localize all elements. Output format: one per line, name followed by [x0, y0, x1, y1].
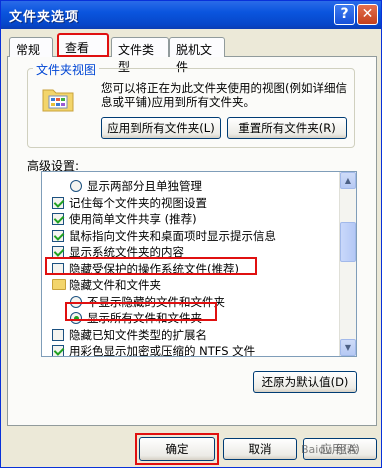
setting-label: 显示两部分且单独管理 — [87, 179, 202, 193]
cancel-button[interactable]: 取消 — [223, 438, 297, 460]
tab-file-types[interactable]: 文件类型 — [111, 37, 169, 74]
scroll-down-icon[interactable]: ▼ — [340, 339, 356, 356]
setting-label: 隐藏已知文件类型的扩展名 — [69, 327, 207, 342]
help-button[interactable]: ? — [334, 4, 355, 25]
setting-label: 鼠标指向文件夹和桌面项时显示提示信息 — [69, 228, 276, 243]
highlight-show-all — [65, 302, 217, 321]
setting-label: 隐藏文件和文件夹 — [69, 278, 161, 292]
settings-scrollbar[interactable]: ▲ ▼ — [339, 172, 356, 356]
scroll-thumb[interactable] — [340, 222, 356, 262]
folder-views-description: 您可以将正在为此文件夹使用的视图(例如详细信息或平铺)应用到所有文件夹。 — [101, 81, 347, 109]
scroll-up-icon[interactable]: ▲ — [340, 172, 356, 189]
setting-radio[interactable] — [70, 180, 82, 192]
setting-checkbox[interactable] — [52, 213, 64, 225]
watermark: Baidu 经验 — [301, 443, 358, 456]
reset-all-folders-button[interactable]: 重置所有文件夹(R) — [227, 117, 347, 139]
tab-general[interactable]: 常规 — [9, 37, 53, 57]
close-button[interactable]: ✕ — [357, 4, 378, 25]
folder-view-icon — [42, 89, 74, 112]
setting-label: 使用简单文件共享 (推荐) — [69, 212, 197, 226]
setting-checkbox[interactable] — [52, 328, 64, 341]
folder-icon — [52, 279, 66, 290]
tab-offline-files[interactable]: 脱机文件 — [169, 37, 225, 74]
restore-defaults-button[interactable]: 还原为默认值(D) — [253, 371, 357, 393]
window-title: 文件夹选项 — [9, 10, 80, 25]
title-bar[interactable]: 文件夹选项 ? ✕ — [1, 1, 381, 29]
folder-views-label: 文件夹视图 — [33, 61, 100, 78]
apply-to-all-folders-button[interactable]: 应用到所有文件夹(L) — [101, 117, 221, 139]
setting-checkbox[interactable] — [52, 229, 64, 242]
setting-checkbox[interactable] — [52, 345, 64, 356]
highlight-hide-protected — [45, 257, 257, 275]
folder-options-dialog: 文件夹选项 ? ✕ 常规 文件类型 脱机文件 查看 文件夹视图 您可以将正在为此… — [0, 0, 382, 468]
setting-label: 用彩色显示加密或压缩的 NTFS 文件 — [69, 344, 256, 357]
ok-button[interactable]: 确定 — [139, 437, 215, 461]
setting-label: 记住每个文件夹的视图设置 — [69, 195, 207, 210]
tab-view[interactable]: 查看 — [57, 33, 109, 57]
setting-checkbox[interactable] — [52, 196, 64, 209]
